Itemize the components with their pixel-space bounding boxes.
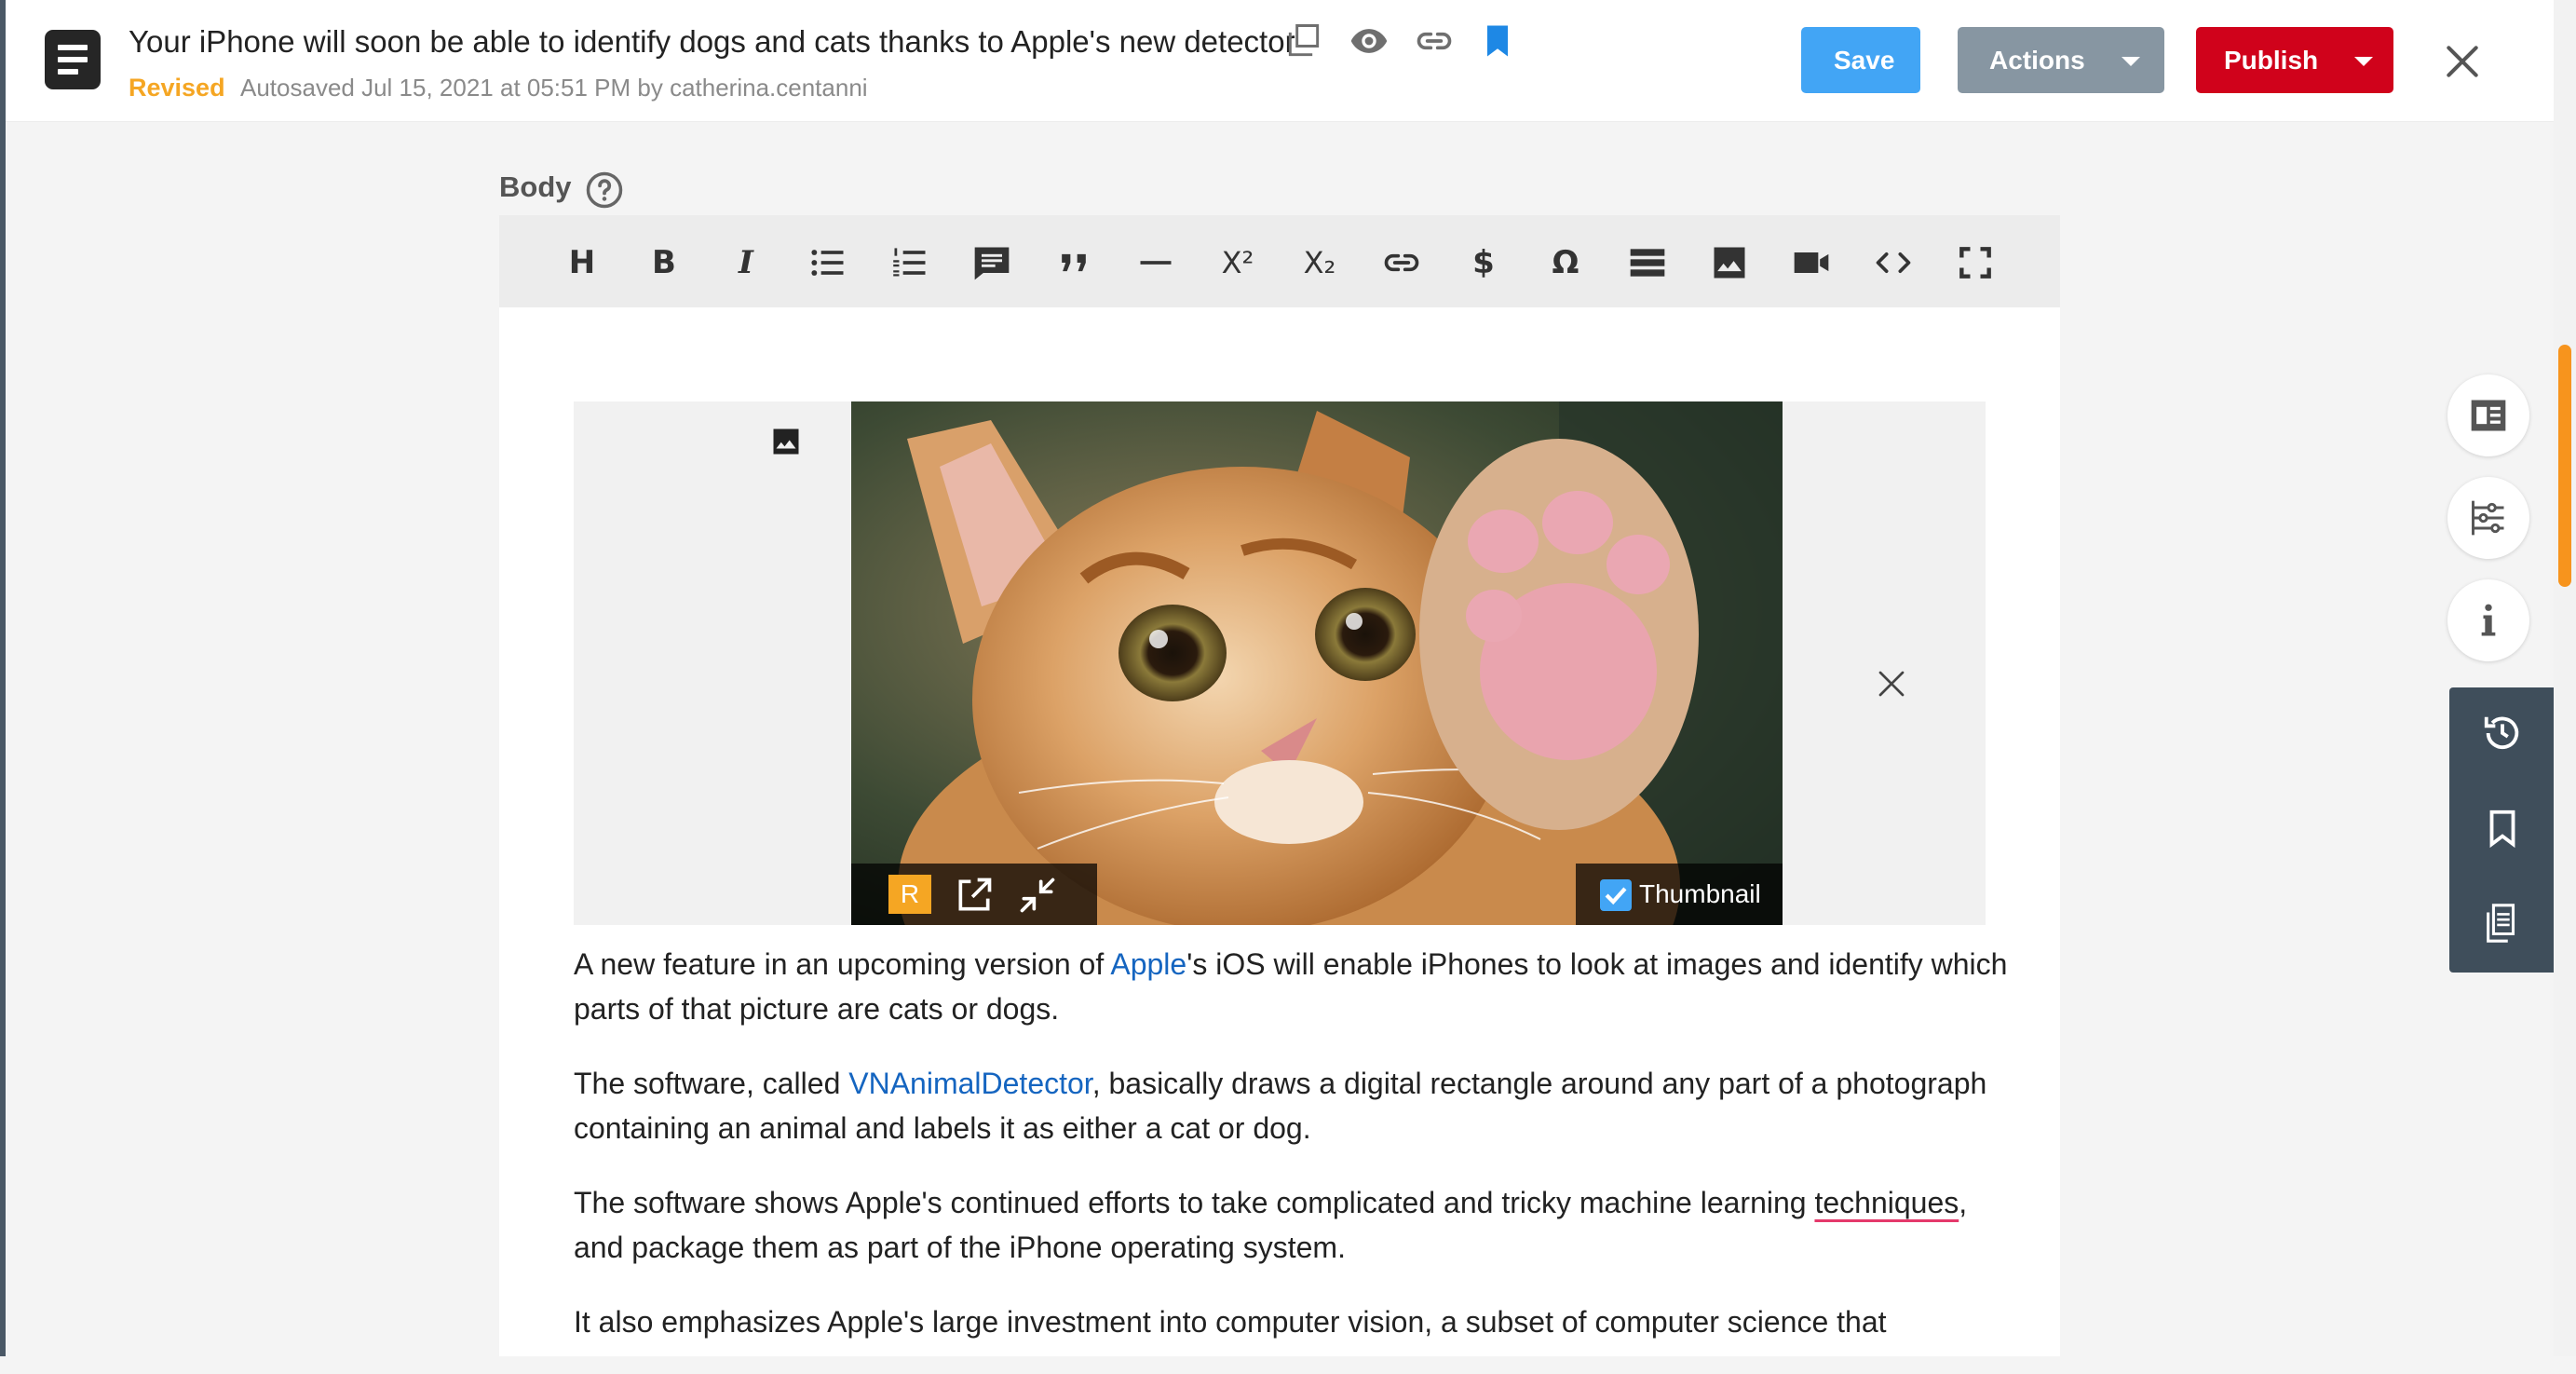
preview-eye-icon[interactable]: [1349, 20, 1390, 61]
apple-link[interactable]: Apple: [1110, 947, 1186, 981]
insert-image-button[interactable]: [1701, 234, 1758, 292]
article-panel-button[interactable]: [2447, 374, 2529, 456]
paragraph[interactable]: A new feature in an upcoming version of …: [574, 942, 2008, 1031]
vnanimaldetector-link[interactable]: VNAnimalDetector: [848, 1067, 1091, 1100]
pages-icon[interactable]: [2481, 902, 2524, 945]
video-camera-icon: [1794, 252, 1829, 273]
paragraph[interactable]: The software, called VNAnimalDetector, b…: [574, 1061, 2008, 1150]
bullet-list-button[interactable]: [799, 234, 857, 292]
thumbnail-label: Thumbnail: [1639, 879, 1761, 908]
subscript-icon: X₂: [1303, 245, 1336, 280]
insert-link-button[interactable]: [1373, 234, 1430, 292]
horizontal-rule-icon: [1140, 261, 1172, 265]
divider-icon: [1630, 249, 1665, 277]
text-run: A new feature in an upcoming version of: [574, 947, 1111, 981]
thumbnail-checkbox[interactable]: [1600, 879, 1632, 911]
close-icon[interactable]: [2442, 41, 2483, 82]
actions-button[interactable]: Actions: [1958, 27, 2164, 93]
side-panel-tabs: [2449, 687, 2554, 973]
comment-icon: [974, 247, 1010, 280]
link-icon[interactable]: [1414, 20, 1455, 61]
blockquote-button[interactable]: [1045, 234, 1103, 292]
bold-icon: B: [652, 244, 676, 281]
bookmark-outline-icon[interactable]: [2481, 807, 2524, 850]
misspelled-word[interactable]: techniques: [1814, 1186, 1959, 1219]
blockquote-icon: [1062, 253, 1086, 272]
code-button[interactable]: [1864, 234, 1922, 292]
paragraph[interactable]: It also emphasizes Apple's large investm…: [574, 1299, 2008, 1344]
history-icon[interactable]: [2481, 712, 2524, 755]
rights-badge[interactable]: R: [888, 875, 931, 914]
omega-icon: Ω: [1552, 244, 1579, 281]
article-title[interactable]: Your iPhone will soon be able to identif…: [129, 24, 1295, 60]
bookmark-icon[interactable]: [1477, 20, 1518, 61]
article-body-text[interactable]: A new feature in an upcoming version of …: [574, 942, 2008, 1374]
divider-button[interactable]: [1619, 234, 1676, 292]
publish-button[interactable]: Publish: [2196, 27, 2393, 93]
fullscreen-button[interactable]: [1946, 234, 2004, 292]
save-label: Save: [1834, 46, 1895, 75]
image-overlay-toolbar: R: [851, 864, 1097, 925]
thumbnail-toggle[interactable]: Thumbnail: [1576, 864, 1783, 925]
comment-button[interactable]: [963, 234, 1021, 292]
open-external-icon[interactable]: [954, 875, 995, 916]
remove-image-icon[interactable]: [1875, 667, 1908, 701]
horizontal-rule-button[interactable]: [1127, 234, 1185, 292]
numbered-list-button[interactable]: [881, 234, 939, 292]
actions-label: Actions: [1989, 46, 2085, 75]
heading-icon: H: [568, 244, 596, 281]
chevron-down-icon: [2354, 57, 2373, 66]
status-badge: Revised: [129, 74, 225, 102]
copy-icon[interactable]: [1283, 20, 1324, 61]
superscript-button[interactable]: X²: [1209, 234, 1267, 292]
superscript-icon: X²: [1221, 245, 1254, 280]
settings-sliders-icon: [2472, 500, 2504, 536]
bullet-list-icon: [811, 250, 844, 276]
chevron-down-icon: [2122, 57, 2140, 66]
dollar-icon: $: [1472, 244, 1495, 281]
code-icon: [1876, 252, 1911, 273]
menu-document-icon[interactable]: [45, 30, 101, 89]
body-field-label: Body: [499, 170, 572, 203]
paragraph[interactable]: The software shows Apple's continued eff…: [574, 1180, 2008, 1270]
image-icon: [1714, 247, 1745, 279]
heading-button[interactable]: H: [553, 234, 611, 292]
bold-button[interactable]: B: [635, 234, 693, 292]
info-panel-button[interactable]: [2447, 579, 2529, 661]
collapse-icon[interactable]: [1017, 875, 1058, 916]
publish-label: Publish: [2224, 46, 2319, 75]
numbered-list-icon: [893, 248, 926, 277]
fullscreen-icon: [1959, 247, 1991, 279]
special-character-button[interactable]: Ω: [1537, 234, 1594, 292]
settings-panel-button[interactable]: [2447, 477, 2529, 559]
insert-video-button[interactable]: [1783, 234, 1840, 292]
article-icon: [2471, 400, 2506, 431]
left-edge: [0, 0, 6, 1356]
embedded-photo[interactable]: R Thumbnail: [851, 401, 1783, 925]
info-icon: [2481, 604, 2496, 636]
scrollbar-thumb[interactable]: [2558, 345, 2571, 587]
italic-button[interactable]: I: [717, 234, 775, 292]
header-bar: Your iPhone will soon be able to identif…: [6, 0, 2554, 122]
help-icon[interactable]: [585, 170, 624, 210]
italic-icon: I: [739, 244, 753, 281]
text-run: The software, called: [574, 1067, 849, 1100]
editor-toolbar: H B I X² X₂ $ Ω: [499, 215, 2060, 307]
rich-text-editor: H B I X² X₂ $ Ω R Thumbnail A new featur…: [499, 215, 2060, 1356]
kitten-photo: [851, 401, 1783, 925]
link-icon: [1384, 253, 1419, 272]
check-icon: [1605, 887, 1627, 905]
scrollbar-track[interactable]: [2554, 0, 2576, 1356]
text-run: The software shows Apple's continued eff…: [574, 1186, 1815, 1219]
save-button[interactable]: Save: [1801, 27, 1920, 93]
text-run: It also emphasizes Apple's large investm…: [574, 1305, 1887, 1339]
autosave-text: Autosaved Jul 15, 2021 at 05:51 PM by ca…: [240, 74, 868, 102]
currency-button[interactable]: $: [1455, 234, 1512, 292]
image-embed-block[interactable]: R Thumbnail: [574, 401, 1986, 925]
image-icon: [773, 429, 799, 455]
subscript-button[interactable]: X₂: [1291, 234, 1349, 292]
